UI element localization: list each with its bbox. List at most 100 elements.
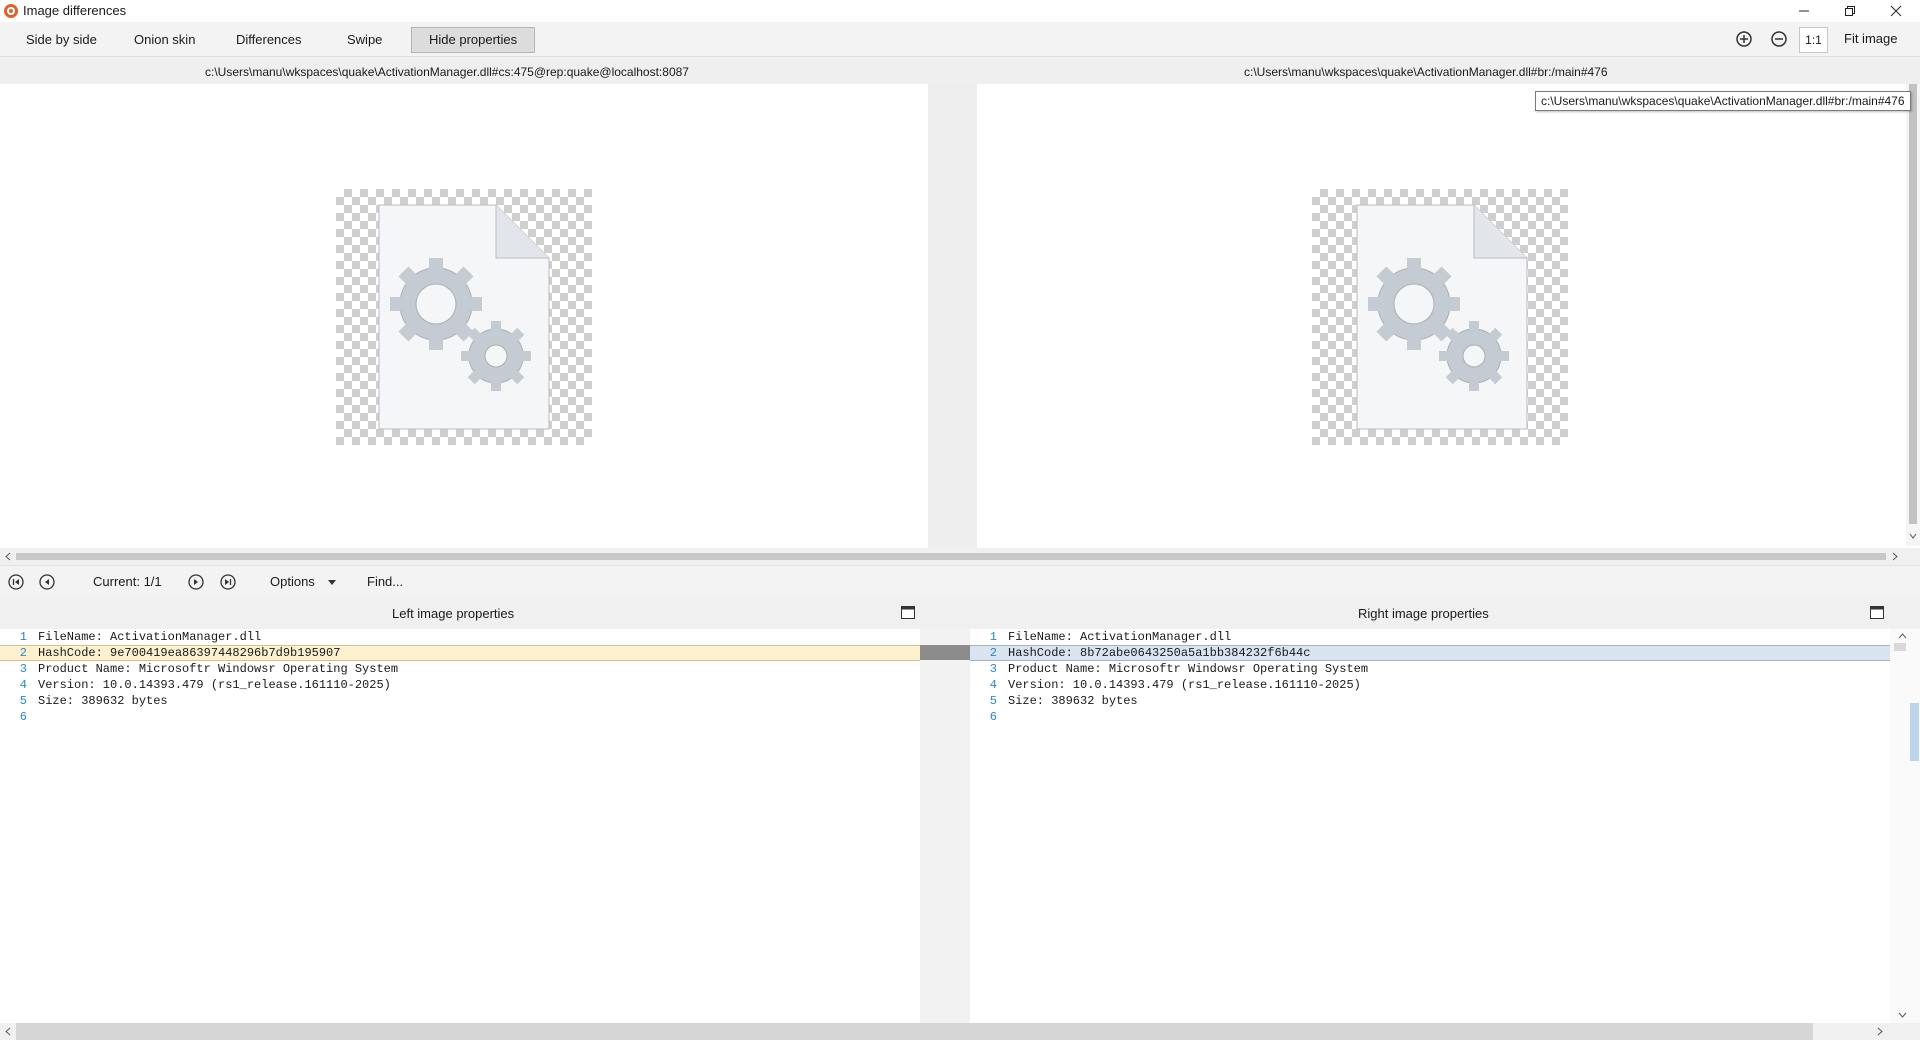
first-diff-icon <box>8 574 24 590</box>
line-text: Version: 10.0.14393.479 (rs1_release.161… <box>1008 678 1361 692</box>
line-text: Product Name: Microsoftr Windowsr Operat… <box>38 662 399 676</box>
scroll-right-icon[interactable] <box>1876 1027 1884 1036</box>
maximize-panel-icon[interactable] <box>901 606 915 619</box>
file-gear-icon <box>378 204 550 430</box>
line-text: FileName: ActivationManager.dll <box>38 630 262 644</box>
restore-icon <box>1845 6 1855 16</box>
line-number: 4 <box>989 678 997 692</box>
minimize-button[interactable] <box>1781 0 1827 22</box>
pane-splitter[interactable] <box>928 84 977 548</box>
restore-button[interactable] <box>1827 0 1873 22</box>
scroll-left-icon[interactable] <box>4 552 12 561</box>
left-image-path: c:\Users\manu\wkspaces\quake\ActivationM… <box>205 65 689 79</box>
previous-difference-button[interactable] <box>38 573 56 591</box>
text-line: 5 Size: 389632 bytes <box>970 693 1890 709</box>
last-diff-icon <box>220 574 236 590</box>
find-button[interactable]: Find... <box>367 574 403 589</box>
scroll-down-icon[interactable] <box>1909 532 1917 540</box>
scrollbar-thumb[interactable] <box>16 1023 1813 1040</box>
properties-header-splitter <box>920 597 970 629</box>
text-line: 1 FileName: ActivationManager.dll <box>970 629 1890 645</box>
line-text: Version: 10.0.14393.479 (rs1_release.161… <box>38 678 391 692</box>
text-line: 6 <box>970 709 1890 725</box>
maximize-panel-icon[interactable] <box>1870 606 1884 619</box>
text-line: 6 <box>0 709 920 725</box>
line-text: FileName: ActivationManager.dll <box>1008 630 1232 644</box>
zoom-out-button[interactable] <box>1768 28 1790 50</box>
title-bar: Image differences <box>0 0 1920 22</box>
line-number: 4 <box>19 678 27 692</box>
toolbar: Side by side Onion skin Differences Swip… <box>0 22 1920 57</box>
line-number: 1 <box>19 630 27 644</box>
properties-vertical-scrollbar[interactable] <box>1890 629 1920 1023</box>
text-line: 3 Product Name: Microsoftr Windowsr Opera… <box>970 661 1890 677</box>
text-line: 4 Version: 10.0.14393.479 (rs1_release.16… <box>0 677 920 693</box>
overview-marker <box>1894 643 1906 651</box>
scroll-left-icon[interactable] <box>4 1027 12 1036</box>
image-vertical-scrollbar[interactable] <box>1906 84 1920 546</box>
fit-image-button[interactable]: Fit image <box>1838 27 1903 51</box>
line-text: HashCode: 9e700419ea86397448296b7d9b1959… <box>38 646 341 660</box>
zoom-in-icon <box>1736 31 1752 47</box>
right-properties-text[interactable]: 1 FileName: ActivationManager.dll 2 HashCo… <box>970 629 1890 1023</box>
close-button[interactable] <box>1873 0 1919 22</box>
text-line: 1 FileName: ActivationManager.dll <box>0 629 920 645</box>
zoom-out-icon <box>1771 31 1787 47</box>
current-difference-label: Current: 1/1 <box>93 574 162 589</box>
line-number: 1 <box>989 630 997 644</box>
navigation-bar: Current: 1/1 Options Find... <box>0 565 1920 599</box>
diff-link-gutter <box>920 629 970 1023</box>
right-properties-title: Right image properties <box>1358 606 1489 621</box>
zoom-in-button[interactable] <box>1733 28 1755 50</box>
options-menu[interactable]: Options <box>270 574 337 589</box>
text-line: 3 Product Name: Microsoftr Windowsr Opera… <box>0 661 920 677</box>
swipe-button[interactable]: Swipe <box>329 27 400 53</box>
next-diff-icon <box>188 574 204 590</box>
minimize-icon <box>1799 10 1809 12</box>
image-path-header: c:\Users\manu\wkspaces\quake\ActivationM… <box>0 57 1920 84</box>
line-number: 6 <box>989 710 997 724</box>
first-difference-button[interactable] <box>7 573 25 591</box>
dropdown-arrow-icon <box>328 579 337 585</box>
image-horizontal-scrollbar[interactable] <box>0 548 1920 565</box>
scroll-down-icon[interactable] <box>1898 1011 1907 1019</box>
line-number: 3 <box>989 662 997 676</box>
next-difference-button[interactable] <box>187 573 205 591</box>
line-number: 5 <box>989 694 997 708</box>
text-line: 5 Size: 389632 bytes <box>0 693 920 709</box>
differences-button[interactable]: Differences <box>218 27 320 53</box>
options-label: Options <box>270 574 315 589</box>
right-image-pane <box>977 84 1906 548</box>
last-difference-button[interactable] <box>219 573 237 591</box>
line-number: 6 <box>19 710 27 724</box>
right-image-path: c:\Users\manu\wkspaces\quake\ActivationM… <box>1244 65 1608 79</box>
right-properties-header: Right image properties <box>970 597 1920 629</box>
close-icon <box>1890 5 1902 17</box>
line-number: 5 <box>19 694 27 708</box>
app-logo-icon <box>4 4 18 18</box>
line-text: Product Name: Microsoftr Windowsr Operat… <box>1008 662 1369 676</box>
window-title: Image differences <box>23 3 127 18</box>
zoom-actual-size-button[interactable]: 1:1 <box>1799 27 1828 53</box>
left-properties-text[interactable]: 1 FileName: ActivationManager.dll 2 HashCo… <box>0 629 920 1023</box>
onion-skin-button[interactable]: Onion skin <box>116 27 213 53</box>
text-line-changed: 2 HashCode: 8b72abe0643250a5a1bb384232f6b… <box>970 645 1890 661</box>
line-number: 2 <box>19 646 27 660</box>
left-properties-title: Left image properties <box>392 606 515 621</box>
side-by-side-button[interactable]: Side by side <box>8 27 115 53</box>
scrollbar-thumb[interactable] <box>16 553 1886 560</box>
file-gear-icon <box>1356 204 1528 430</box>
diff-link-marker <box>920 645 970 660</box>
line-text: Size: 389632 bytes <box>38 694 168 708</box>
scrollbar-thumb[interactable] <box>1910 703 1919 761</box>
line-number: 3 <box>19 662 27 676</box>
text-line: 4 Version: 10.0.14393.479 (rs1_release.16… <box>970 677 1890 693</box>
properties-horizontal-scrollbar[interactable] <box>0 1023 1920 1040</box>
hide-properties-button[interactable]: Hide properties <box>411 27 536 53</box>
prev-diff-icon <box>39 574 55 590</box>
scrollbar-thumb[interactable] <box>1909 84 1917 524</box>
scroll-up-icon[interactable] <box>1898 632 1907 640</box>
left-properties-header: Left image properties <box>0 597 920 629</box>
scroll-right-icon[interactable] <box>1891 552 1899 561</box>
line-text: Size: 389632 bytes <box>1008 694 1138 708</box>
